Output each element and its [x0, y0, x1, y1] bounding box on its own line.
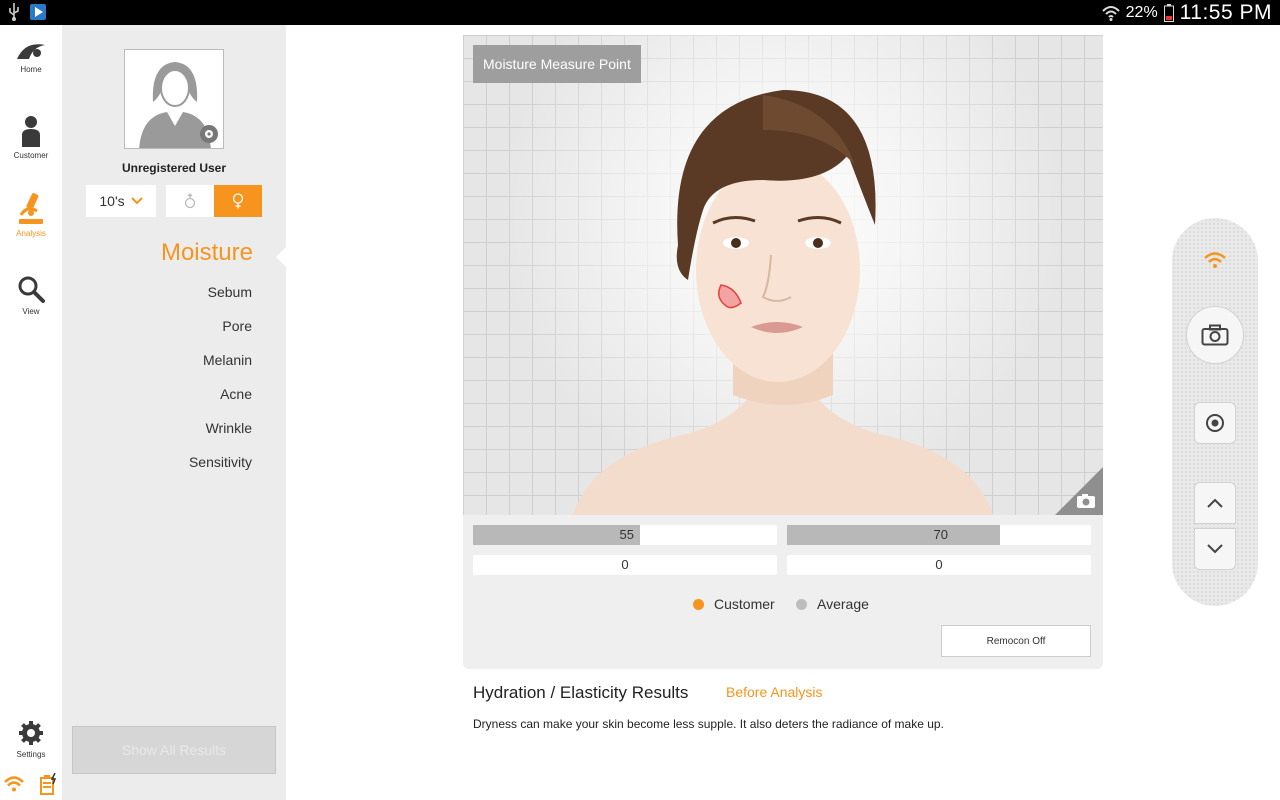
battery-percent: 22% [1125, 3, 1158, 21]
magnifier-icon [18, 276, 45, 303]
gear-icon [19, 721, 43, 745]
average-bar-value: 70 [933, 527, 948, 542]
age-group-value: 10's [99, 193, 125, 209]
average-bar: 70 [787, 525, 1091, 545]
snapshot-icon[interactable] [1055, 467, 1103, 515]
scroll-down-button[interactable] [1194, 528, 1236, 570]
legend-customer: Customer [693, 596, 775, 612]
results-title: Hydration / Elasticity Results [473, 683, 689, 702]
age-group-select[interactable]: 10's [86, 185, 156, 217]
menu-item-acne[interactable]: Acne [220, 386, 252, 402]
wifi-status-icon [4, 776, 24, 792]
menu-item-pore[interactable]: Pore [222, 318, 252, 334]
scroll-up-button[interactable] [1194, 482, 1236, 524]
male-icon [184, 193, 196, 209]
chevron-down-icon [130, 197, 143, 205]
microscope-icon [19, 193, 43, 224]
battery-icon [1163, 3, 1174, 22]
active-indicator [276, 247, 286, 267]
results-description: Dryness can make your skin become less s… [473, 717, 944, 731]
menu-item-wrinkle[interactable]: Wrinkle [206, 420, 252, 436]
show-all-results-button[interactable]: Show All Results [72, 726, 276, 774]
username: Unregistered User [121, 161, 227, 175]
record-icon [1206, 414, 1224, 432]
face-image: Moisture Measure Point [463, 35, 1103, 515]
left-nav: Home Customer Analysis View Settings [0, 25, 62, 800]
results-status: Before Analysis [726, 684, 823, 700]
camera-icon [1201, 324, 1229, 346]
play-store-icon [30, 4, 46, 20]
avatar-settings-icon[interactable] [200, 125, 218, 143]
menu-item-moisture[interactable]: Moisture [161, 239, 253, 267]
customer-secondary-value: 0 [473, 555, 777, 575]
home-icon [17, 44, 45, 59]
female-icon [232, 193, 244, 209]
chevron-up-icon [1207, 498, 1223, 508]
nav-analysis[interactable]: Analysis [0, 193, 62, 238]
average-secondary-value: 0 [787, 555, 1091, 575]
gender-male-button[interactable] [166, 185, 214, 217]
status-bar: 22% 11:55 PM [0, 0, 1280, 25]
nav-customer[interactable]: Customer [0, 115, 62, 160]
remote-control [1172, 218, 1258, 606]
customer-icon [22, 116, 40, 147]
menu-item-sensitivity[interactable]: Sensitivity [189, 454, 252, 470]
nav-view[interactable]: View [0, 275, 62, 316]
customer-bar-value: 55 [619, 527, 634, 542]
menu-item-melanin[interactable]: Melanin [203, 352, 252, 368]
nav-home[interactable]: Home [0, 39, 62, 74]
customer-bar: 55 [473, 525, 777, 545]
avatar[interactable] [124, 49, 224, 149]
capture-button[interactable] [1186, 306, 1244, 364]
analysis-panel: Unregistered User 10's Moisture Sebum Po… [62, 25, 286, 800]
usb-icon [9, 3, 19, 21]
device-battery-icon [40, 773, 57, 795]
nav-settings[interactable]: Settings [0, 720, 62, 759]
average-dot [796, 598, 807, 610]
customer-dot [693, 598, 704, 610]
remote-wifi-icon [1204, 252, 1226, 268]
face-illustration [573, 90, 993, 515]
remocon-off-button[interactable]: Remocon Off [941, 625, 1091, 657]
gender-female-button[interactable] [214, 185, 262, 217]
measurement-card: Moisture Measure Point 55 70 0 0 Custome… [463, 35, 1103, 669]
measure-point-label: Moisture Measure Point [473, 45, 641, 83]
chevron-down-icon [1207, 544, 1223, 554]
legend-average: Average [796, 596, 869, 612]
menu-item-sebum[interactable]: Sebum [208, 284, 252, 300]
clock: 11:55 PM [1179, 0, 1272, 24]
measure-button[interactable] [1194, 402, 1236, 444]
wifi-icon [1101, 5, 1120, 21]
